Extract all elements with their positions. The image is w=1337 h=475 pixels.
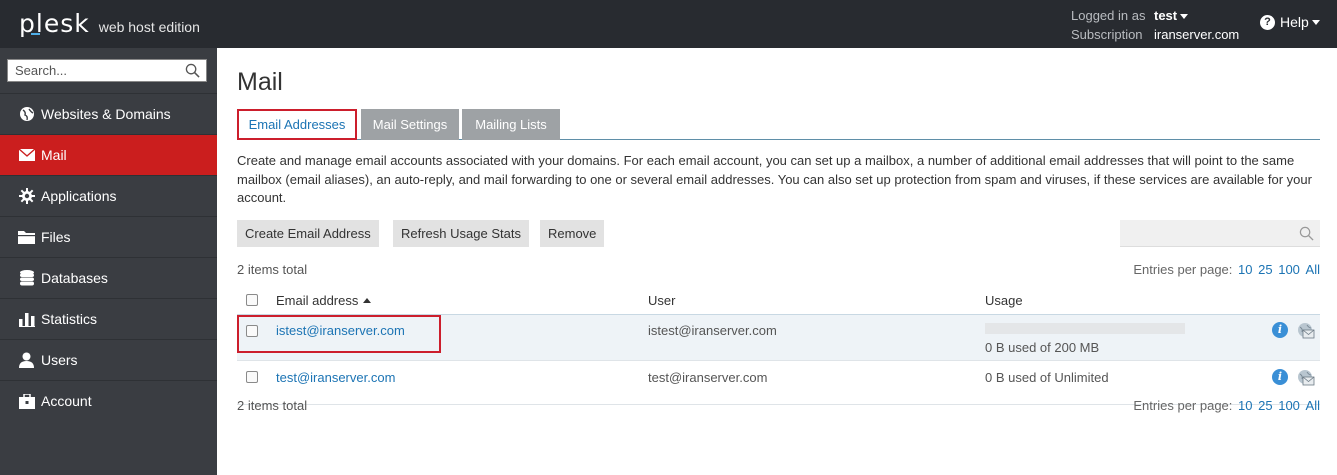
- list-search-input[interactable]: [1120, 220, 1320, 247]
- column-header-user: User: [648, 293, 676, 308]
- sidebar-item-websites-domains[interactable]: Websites & Domains: [0, 93, 217, 134]
- globe-icon: [18, 106, 35, 123]
- sidebar-item-mail[interactable]: Mail: [0, 134, 217, 175]
- webmail-icon[interactable]: [1297, 369, 1315, 386]
- page-size-all[interactable]: All: [1306, 398, 1320, 413]
- logo-edition: web host edition: [98, 19, 200, 35]
- sidebar-item-statistics[interactable]: Statistics: [0, 298, 217, 339]
- user-menu[interactable]: test: [1154, 8, 1189, 23]
- items-total-top: 2 items total: [237, 262, 308, 277]
- row-actions: i: [1272, 369, 1315, 386]
- tab-email-addresses[interactable]: Email Addresses: [237, 109, 357, 140]
- column-header-usage: Usage: [985, 293, 1023, 308]
- gear-icon: [18, 188, 35, 205]
- select-all-checkbox[interactable]: [246, 294, 258, 306]
- sidebar-item-users[interactable]: Users: [0, 339, 217, 380]
- email-link[interactable]: istest@iranserver.com: [276, 323, 405, 338]
- items-total-bottom: 2 items total: [237, 398, 308, 413]
- table-row: istest@iranserver.com istest@iranserver.…: [237, 315, 1320, 361]
- sort-ascending-icon: [363, 298, 372, 304]
- tab-bar: Email Addresses Mail Settings Mailing Li…: [237, 109, 1320, 140]
- user-info: Logged in as test Subscription iranserver.…: [1071, 6, 1239, 44]
- sidebar-search: [7, 59, 207, 82]
- usage-cell: 0 B used of 200 MB: [985, 340, 1100, 355]
- folder-icon: [18, 229, 35, 246]
- search-input[interactable]: [8, 60, 178, 81]
- email-table: Email address User Usage istest@iranserv…: [237, 288, 1320, 405]
- row-checkbox[interactable]: [246, 325, 258, 337]
- tab-mail-settings[interactable]: Mail Settings: [361, 109, 459, 140]
- search-icon[interactable]: [185, 63, 200, 78]
- plesk-logo[interactable]: plesk web host edition: [19, 9, 200, 38]
- bar-chart-icon: [18, 311, 35, 328]
- user-icon: [18, 352, 35, 369]
- table-header: Email address User Usage: [237, 288, 1320, 315]
- usage-cell: 0 B used of Unlimited: [985, 370, 1109, 385]
- sidebar: Websites & Domains Mail Applications Fil…: [0, 48, 217, 475]
- logged-in-label: Logged in as: [1071, 8, 1146, 23]
- page-size-10[interactable]: 10: [1238, 262, 1252, 277]
- remove-button[interactable]: Remove: [540, 220, 605, 247]
- tab-mailing-lists[interactable]: Mailing Lists: [462, 109, 560, 140]
- info-icon[interactable]: i: [1272, 322, 1288, 338]
- chevron-down-icon: [1180, 14, 1189, 20]
- create-email-address-button[interactable]: Create Email Address: [237, 220, 379, 247]
- logo-text: plesk: [19, 9, 90, 38]
- page-size-all[interactable]: All: [1306, 262, 1320, 277]
- page-size-25[interactable]: 25: [1258, 262, 1272, 277]
- entries-per-page-bottom: Entries per page: 10 25 100 All: [1133, 398, 1320, 413]
- sidebar-item-files[interactable]: Files: [0, 216, 217, 257]
- sidebar-item-databases[interactable]: Databases: [0, 257, 217, 298]
- envelope-icon: [18, 147, 35, 164]
- row-actions: i: [1272, 322, 1315, 339]
- briefcase-icon: [18, 393, 35, 410]
- page-size-10[interactable]: 10: [1238, 398, 1252, 413]
- page-size-100[interactable]: 100: [1278, 262, 1300, 277]
- sidebar-item-account[interactable]: Account: [0, 380, 217, 421]
- top-bar: plesk web host edition Logged in as test …: [0, 0, 1337, 48]
- help-menu[interactable]: ? Help: [1260, 14, 1320, 30]
- entries-per-page-top: Entries per page: 10 25 100 All: [1133, 262, 1320, 277]
- user-cell: test@iranserver.com: [648, 370, 768, 385]
- info-icon[interactable]: i: [1272, 369, 1288, 385]
- page-title: Mail: [237, 68, 283, 96]
- webmail-icon[interactable]: [1297, 322, 1315, 339]
- sidebar-nav: Websites & Domains Mail Applications Fil…: [0, 93, 217, 421]
- user-cell: istest@iranserver.com: [648, 323, 777, 338]
- refresh-usage-stats-button[interactable]: Refresh Usage Stats: [393, 220, 529, 247]
- subscription-value[interactable]: iranserver.com: [1154, 27, 1239, 42]
- search-icon[interactable]: [1299, 226, 1314, 241]
- column-header-email[interactable]: Email address: [276, 293, 372, 308]
- page-size-25[interactable]: 25: [1258, 398, 1272, 413]
- toolbar: Create Email Address Refresh Usage Stats…: [237, 220, 1320, 247]
- database-icon: [18, 270, 35, 287]
- page-description: Create and manage email accounts associa…: [237, 153, 1312, 205]
- usage-progress-bar: [985, 323, 1185, 334]
- row-checkbox[interactable]: [246, 371, 258, 383]
- help-icon: ?: [1260, 14, 1275, 30]
- subscription-label: Subscription: [1071, 27, 1143, 42]
- chevron-down-icon: [1311, 19, 1320, 25]
- page-size-100[interactable]: 100: [1278, 398, 1300, 413]
- sidebar-item-applications[interactable]: Applications: [0, 175, 217, 216]
- email-link[interactable]: test@iranserver.com: [276, 370, 395, 385]
